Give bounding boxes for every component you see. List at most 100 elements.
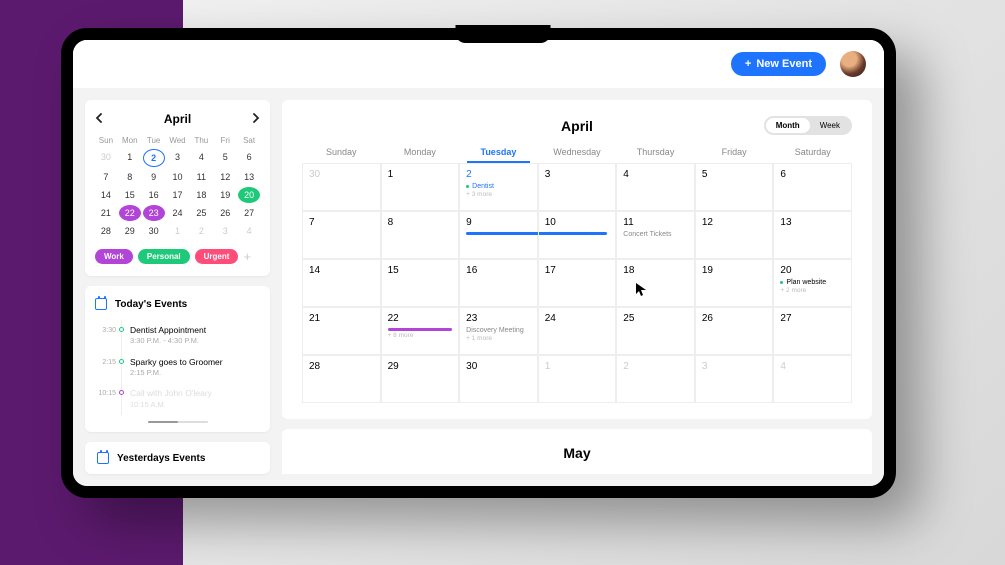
mini-cal-day[interactable]: 17 [167,187,189,203]
mini-cal-day[interactable]: 15 [119,187,141,203]
cal-cell[interactable]: 5 [695,163,774,211]
cal-cell[interactable]: 27 [773,307,852,355]
main-cal-dow-saturday[interactable]: Saturday [773,147,852,157]
mini-cal-day[interactable]: 4 [190,149,212,167]
cal-cell[interactable]: 29 [381,355,460,403]
mini-cal-day[interactable]: 27 [238,205,260,221]
tag-work[interactable]: Work [95,249,133,264]
mini-cal-day[interactable]: 8 [119,169,141,185]
cal-event[interactable]: Plan website [780,279,845,286]
cal-event-note[interactable]: Concert Tickets [623,231,688,238]
cal-more-link[interactable]: + 3 more [466,191,531,198]
mini-cal-day[interactable]: 29 [119,223,141,239]
mini-cal-day[interactable]: 21 [95,205,117,221]
main-cal-dow-friday[interactable]: Friday [695,147,774,157]
mini-cal-day[interactable]: 5 [214,149,236,167]
cal-cell[interactable]: 23Discovery Meeting+ 1 more [459,307,538,355]
cal-cell[interactable]: 14 [302,259,381,307]
mini-cal-day[interactable]: 3 [214,223,236,239]
cal-cell[interactable]: 15 [381,259,460,307]
cal-cell[interactable]: 1 [381,163,460,211]
cal-cell[interactable]: 18 [616,259,695,307]
cal-cell[interactable]: 3 [695,355,774,403]
mini-cal-day[interactable]: 2 [143,149,165,167]
mini-cal-day[interactable]: 30 [143,223,165,239]
cal-cell[interactable]: 30 [302,163,381,211]
cal-cell[interactable]: 17 [538,259,617,307]
mini-cal-day[interactable]: 28 [95,223,117,239]
cal-more-link[interactable]: + 2 more [780,287,845,294]
mini-cal-day[interactable]: 24 [167,205,189,221]
mini-cal-day[interactable]: 1 [119,149,141,167]
mini-cal-day[interactable]: 23 [143,205,165,221]
main-cal-dow-tuesday[interactable]: Tuesday [459,147,538,157]
cal-cell[interactable]: 4 [773,355,852,403]
mini-cal-day[interactable]: 16 [143,187,165,203]
mini-cal-day[interactable]: 6 [238,149,260,167]
cal-event-bar[interactable] [388,328,453,331]
cal-cell[interactable]: 10 [538,211,617,259]
mini-cal-day[interactable]: 1 [167,223,189,239]
cal-cell[interactable]: 3 [538,163,617,211]
prev-month-button[interactable] [95,112,103,126]
mini-cal-day[interactable]: 3 [167,149,189,167]
cal-cell[interactable]: 25 [616,307,695,355]
next-month-button[interactable] [252,112,260,126]
cal-cell[interactable]: 1 [538,355,617,403]
cal-cell[interactable]: 24 [538,307,617,355]
mini-cal-day[interactable]: 14 [95,187,117,203]
cal-cell[interactable]: 22+ 8 more [381,307,460,355]
mini-cal-day[interactable]: 26 [214,205,236,221]
main-calendar-scroll[interactable]: April Month Week SundayMondayTuesdayWedn… [282,100,872,474]
cal-cell[interactable]: 26 [695,307,774,355]
cal-cell[interactable]: 2 [616,355,695,403]
cal-cell[interactable]: 21 [302,307,381,355]
mini-cal-day[interactable]: 2 [190,223,212,239]
cal-cell[interactable]: 9 [459,211,538,259]
mini-cal-day[interactable]: 25 [190,205,212,221]
main-cal-dow-monday[interactable]: Monday [381,147,460,157]
mini-cal-day[interactable]: 18 [190,187,212,203]
mini-cal-day[interactable]: 20 [238,187,260,203]
cal-cell[interactable]: 30 [459,355,538,403]
cal-cell[interactable]: 7 [302,211,381,259]
scroll-indicator[interactable] [148,421,208,423]
cal-cell[interactable]: 12 [695,211,774,259]
mini-cal-day[interactable]: 7 [95,169,117,185]
mini-cal-day[interactable]: 19 [214,187,236,203]
cal-cell[interactable]: 13 [773,211,852,259]
add-tag-button[interactable]: + [243,249,251,264]
cal-cell[interactable]: 11Concert Tickets [616,211,695,259]
main-cal-dow-thursday[interactable]: Thursday [616,147,695,157]
cal-cell[interactable]: 20Plan website+ 2 more [773,259,852,307]
event-item[interactable]: 3:30 Dentist Appointment3:30 P.M. - 4:30… [121,320,260,352]
cal-cell[interactable]: 4 [616,163,695,211]
cal-cell[interactable]: 19 [695,259,774,307]
cal-more-link[interactable]: + 8 more [388,332,453,339]
main-cal-dow-sunday[interactable]: Sunday [302,147,381,157]
yesterday-events-card[interactable]: Yesterdays Events [85,442,270,474]
mini-cal-day[interactable]: 13 [238,169,260,185]
cal-cell[interactable]: 6 [773,163,852,211]
new-event-button[interactable]: + New Event [731,52,826,76]
cal-cell[interactable]: 16 [459,259,538,307]
mini-cal-day[interactable]: 12 [214,169,236,185]
tag-personal[interactable]: Personal [138,249,190,264]
mini-cal-day[interactable]: 10 [167,169,189,185]
cal-cell[interactable]: 28 [302,355,381,403]
mini-cal-day[interactable]: 30 [95,149,117,167]
view-week-button[interactable]: Week [810,118,850,133]
cal-more-link[interactable]: + 1 more [466,335,531,342]
mini-cal-day[interactable]: 4 [238,223,260,239]
cal-cell[interactable]: 8 [381,211,460,259]
event-item[interactable]: 2:15 Sparky goes to Groomer2:15 P.M. [121,352,260,384]
mini-cal-day[interactable]: 11 [190,169,212,185]
avatar[interactable] [840,51,866,77]
mini-cal-day[interactable]: 22 [119,205,141,221]
cal-cell[interactable]: 2Dentist+ 3 more [459,163,538,211]
event-item[interactable]: 10:15 Call with John O'leary10:15 A.M. [121,383,260,415]
view-month-button[interactable]: Month [766,118,810,133]
cal-event[interactable]: Dentist [466,183,531,190]
mini-cal-day[interactable]: 9 [143,169,165,185]
cal-event-note[interactable]: Discovery Meeting [466,327,531,334]
